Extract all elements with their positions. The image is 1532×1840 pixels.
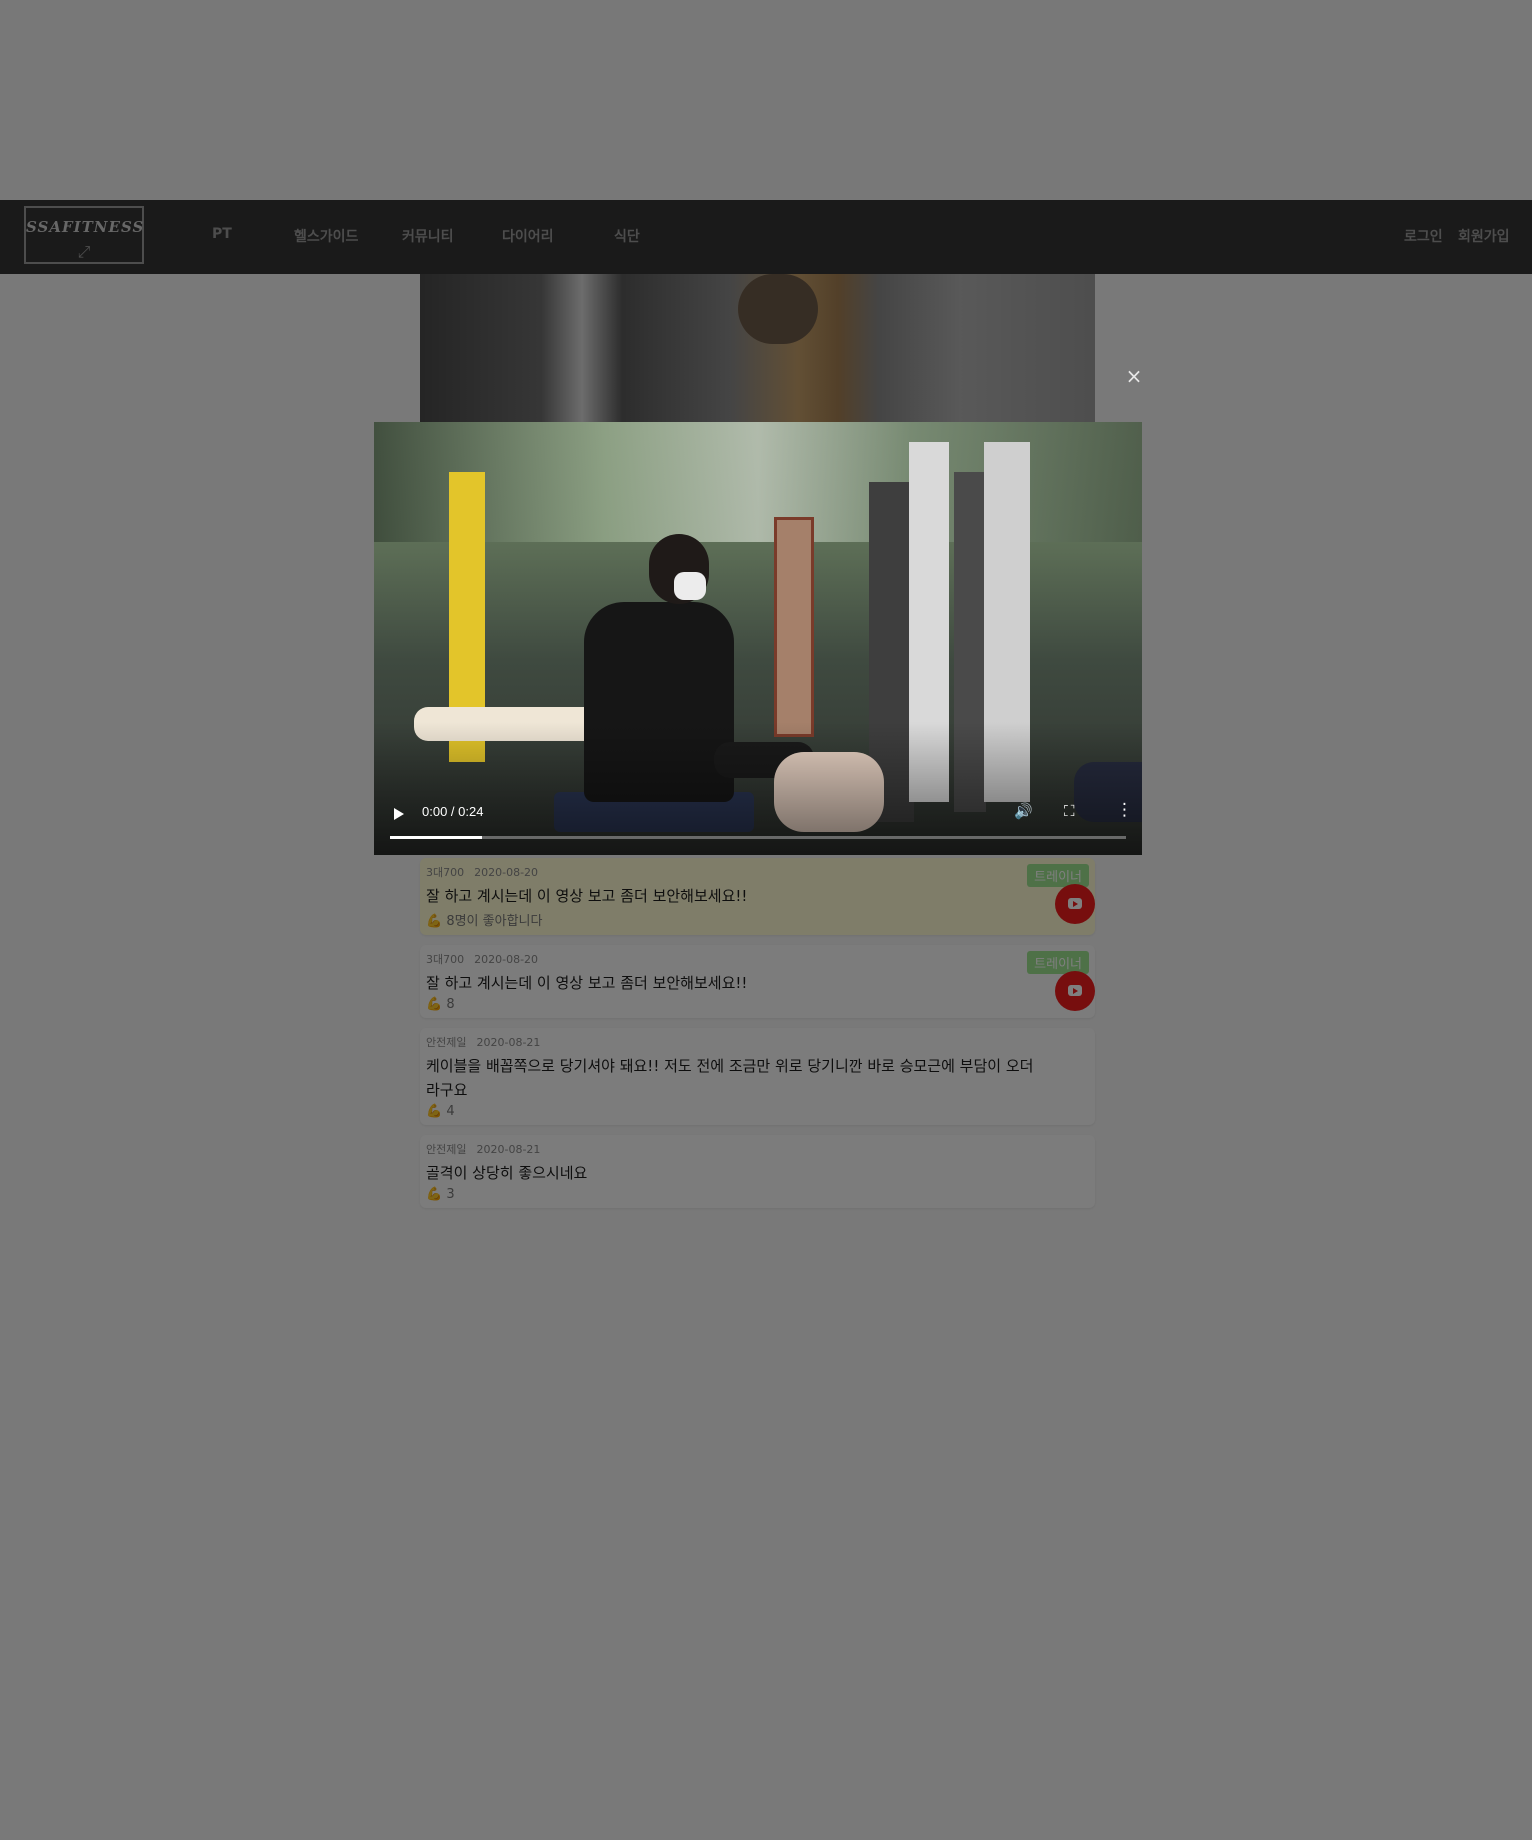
video-progress-fill	[390, 836, 482, 839]
video-time: 0:00 / 0:24	[422, 804, 484, 819]
video-controls: 0:00 / 0:24 🔊 ⛶ ⋮	[374, 792, 1142, 855]
video-progress-bar[interactable]	[390, 836, 1126, 839]
video-frame	[374, 422, 1142, 855]
more-options-icon[interactable]: ⋮	[1116, 800, 1133, 820]
play-icon[interactable]	[394, 808, 404, 820]
fullscreen-icon[interactable]: ⛶	[1064, 802, 1075, 820]
close-icon[interactable]: ×	[1124, 366, 1144, 386]
video-player[interactable]: 0:00 / 0:24 🔊 ⛶ ⋮	[374, 422, 1142, 855]
video-scene-mask	[674, 572, 706, 600]
volume-icon[interactable]: 🔊	[1014, 802, 1033, 820]
modal-overlay[interactable]	[0, 0, 1532, 1840]
video-scene-mirror	[774, 517, 814, 737]
